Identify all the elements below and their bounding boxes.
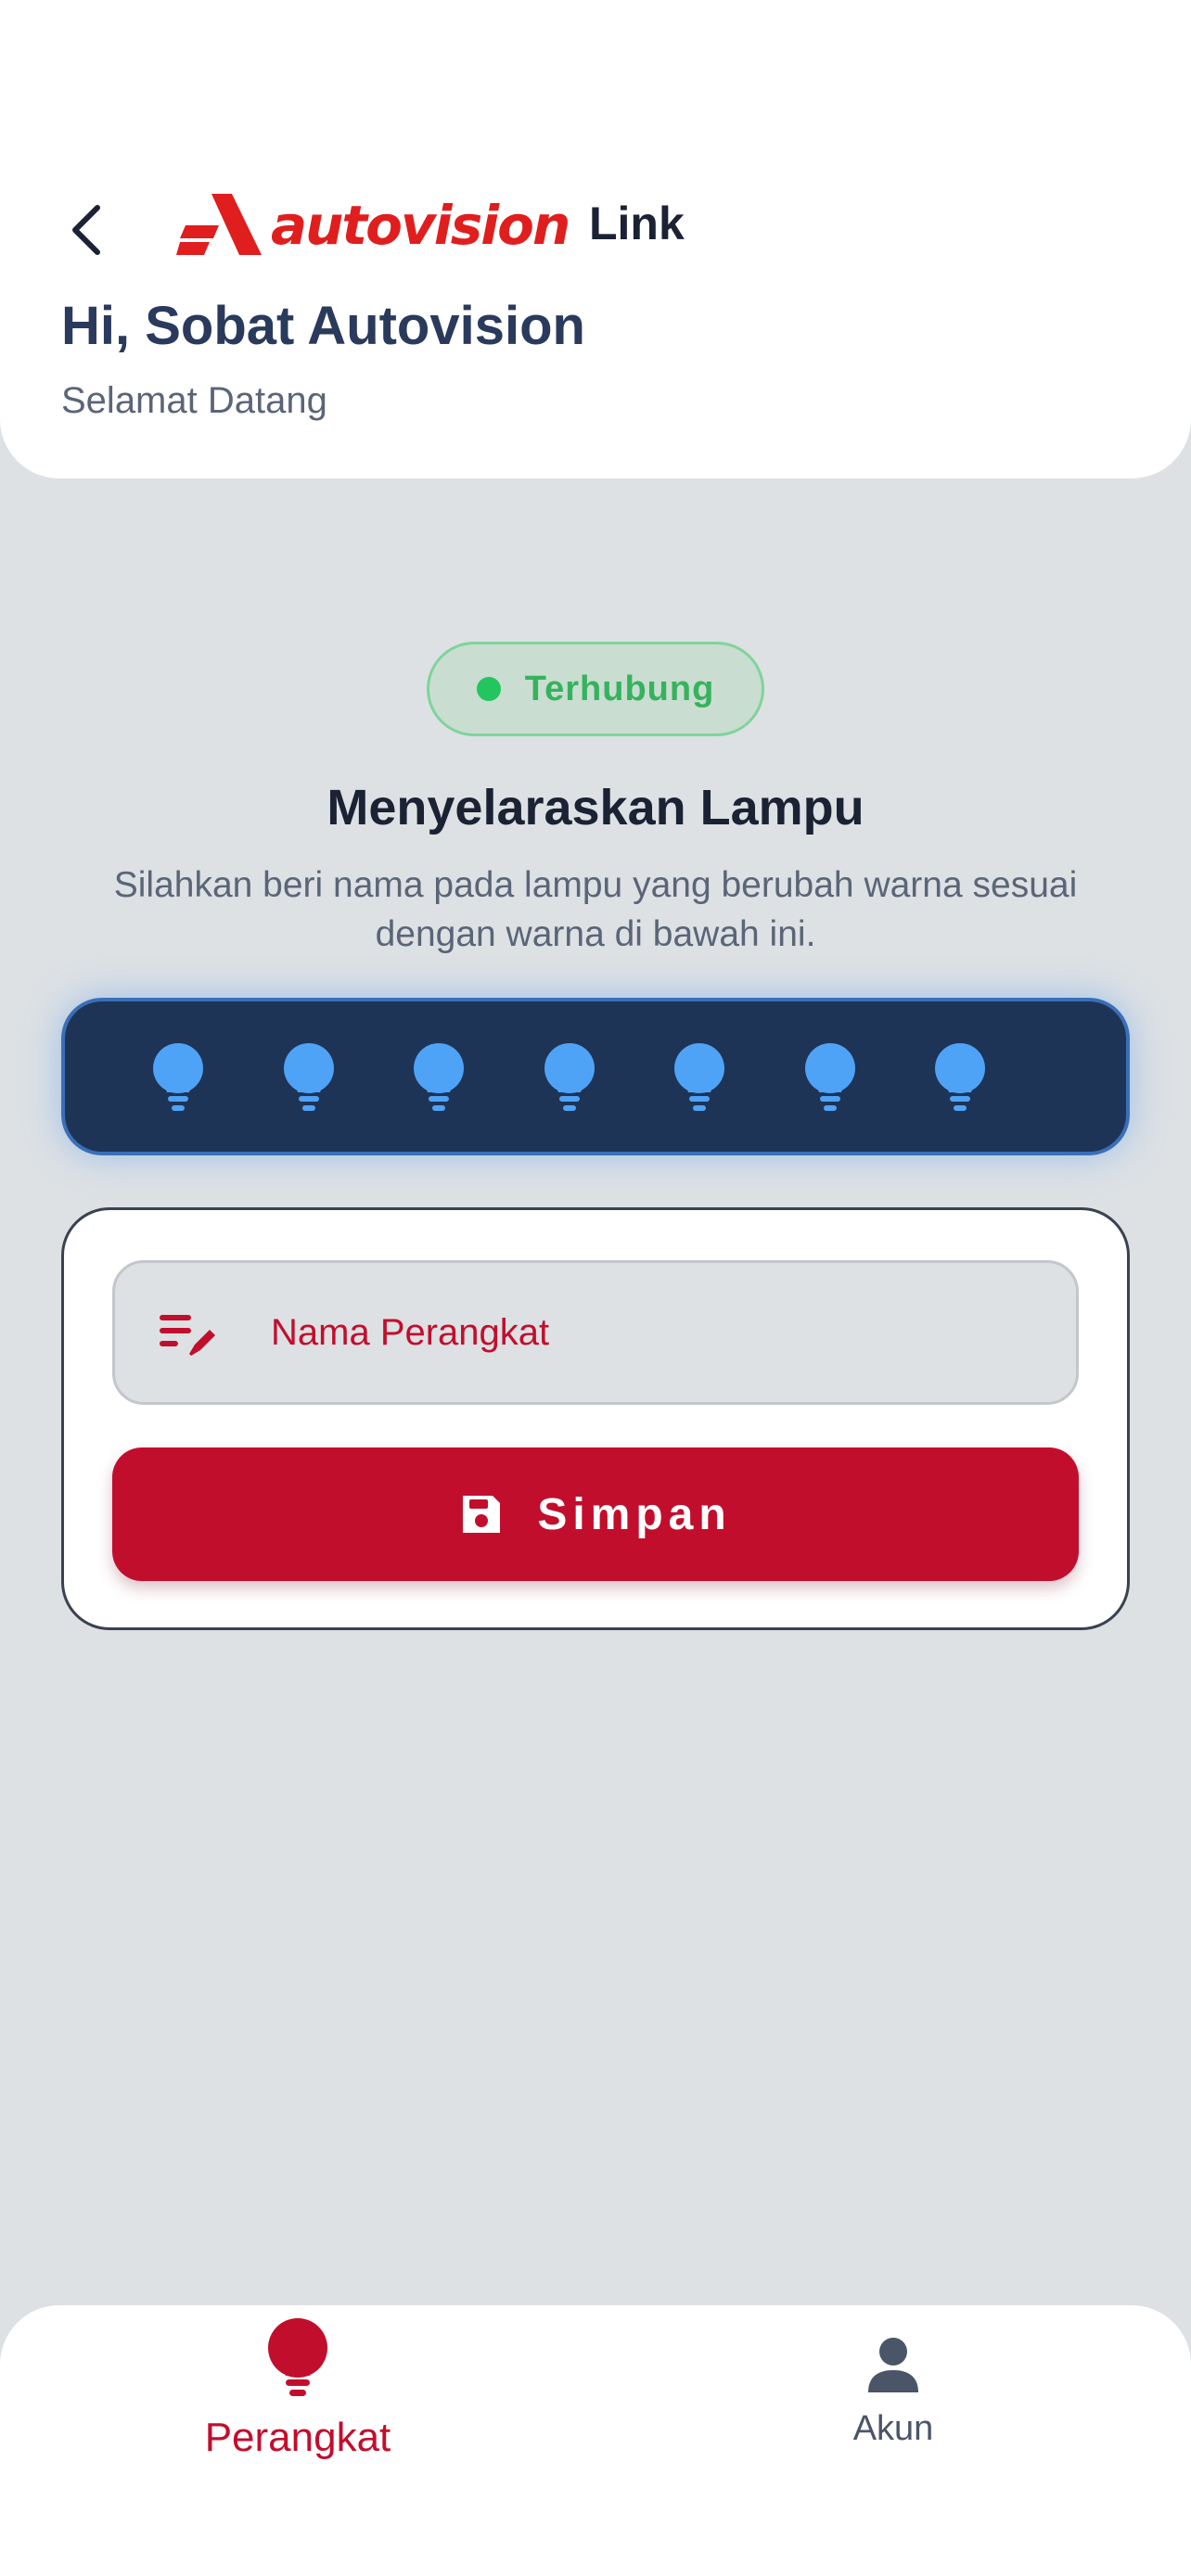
bulb-icon	[544, 1043, 595, 1111]
nav-label-akun: Akun	[852, 2409, 934, 2448]
sync-description: Silahkan beri nama pada lampu yang berub…	[113, 865, 1078, 954]
logo-suffix: Link	[589, 198, 685, 249]
chevron-left-icon	[72, 205, 100, 255]
header: autovision Link Hi, Sobat Autovision Sel…	[0, 0, 1191, 478]
sync-title: Menyelaraskan Lampu	[327, 780, 864, 835]
bulb-icon	[153, 1043, 203, 1111]
logo-wordmark: autovision	[271, 194, 570, 257]
back-button[interactable]	[54, 193, 119, 267]
screen: autovision Link Hi, Sobat Autovision Sel…	[0, 0, 1191, 2576]
greeting-subtitle: Selamat Datang	[61, 380, 327, 421]
bulb-icon	[283, 1043, 334, 1111]
greeting-title: Hi, Sobat Autovision	[61, 296, 585, 356]
user-icon	[868, 2338, 918, 2392]
save-icon	[463, 1496, 501, 1533]
autovision-logo: autovision	[176, 191, 570, 260]
bulb-icon	[674, 1043, 724, 1111]
bulb-icon	[935, 1043, 985, 1111]
device-name-input[interactable]	[271, 1263, 1059, 1402]
save-button-label: Simpan	[537, 1489, 732, 1539]
status-label: Terhubung	[524, 669, 715, 708]
bulb-icon	[268, 2318, 327, 2396]
save-button[interactable]: Simpan	[112, 1447, 1079, 1581]
edit-list-icon	[160, 1315, 215, 1356]
device-name-field[interactable]	[112, 1260, 1079, 1405]
status-dot-icon	[476, 677, 501, 701]
device-name-form: Simpan	[61, 1207, 1130, 1630]
bulb-icon	[804, 1043, 855, 1111]
bulb-icon	[414, 1043, 464, 1111]
bottom-nav: Perangkat Akun	[0, 2305, 1191, 2576]
connection-status-badge: Terhubung	[427, 642, 764, 736]
nav-item-akun[interactable]: Akun	[596, 2305, 1191, 2537]
bulb-color-strip	[61, 998, 1130, 1155]
autovision-logo-mark	[176, 194, 262, 255]
nav-label-perangkat: Perangkat	[204, 2415, 391, 2460]
nav-item-perangkat[interactable]: Perangkat	[0, 2305, 596, 2537]
